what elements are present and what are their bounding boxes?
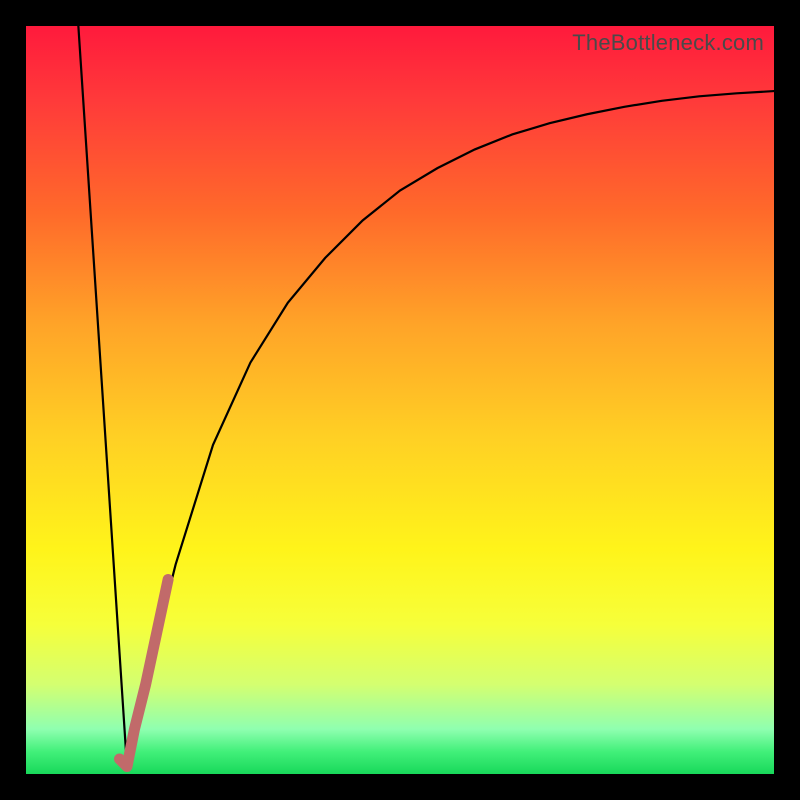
chart-svg	[26, 26, 774, 774]
chart-frame: TheBottleneck.com	[0, 0, 800, 800]
rising-curve	[127, 91, 774, 766]
plot-area: TheBottleneck.com	[26, 26, 774, 774]
falling-line	[78, 26, 127, 767]
accent-segment	[120, 580, 169, 767]
